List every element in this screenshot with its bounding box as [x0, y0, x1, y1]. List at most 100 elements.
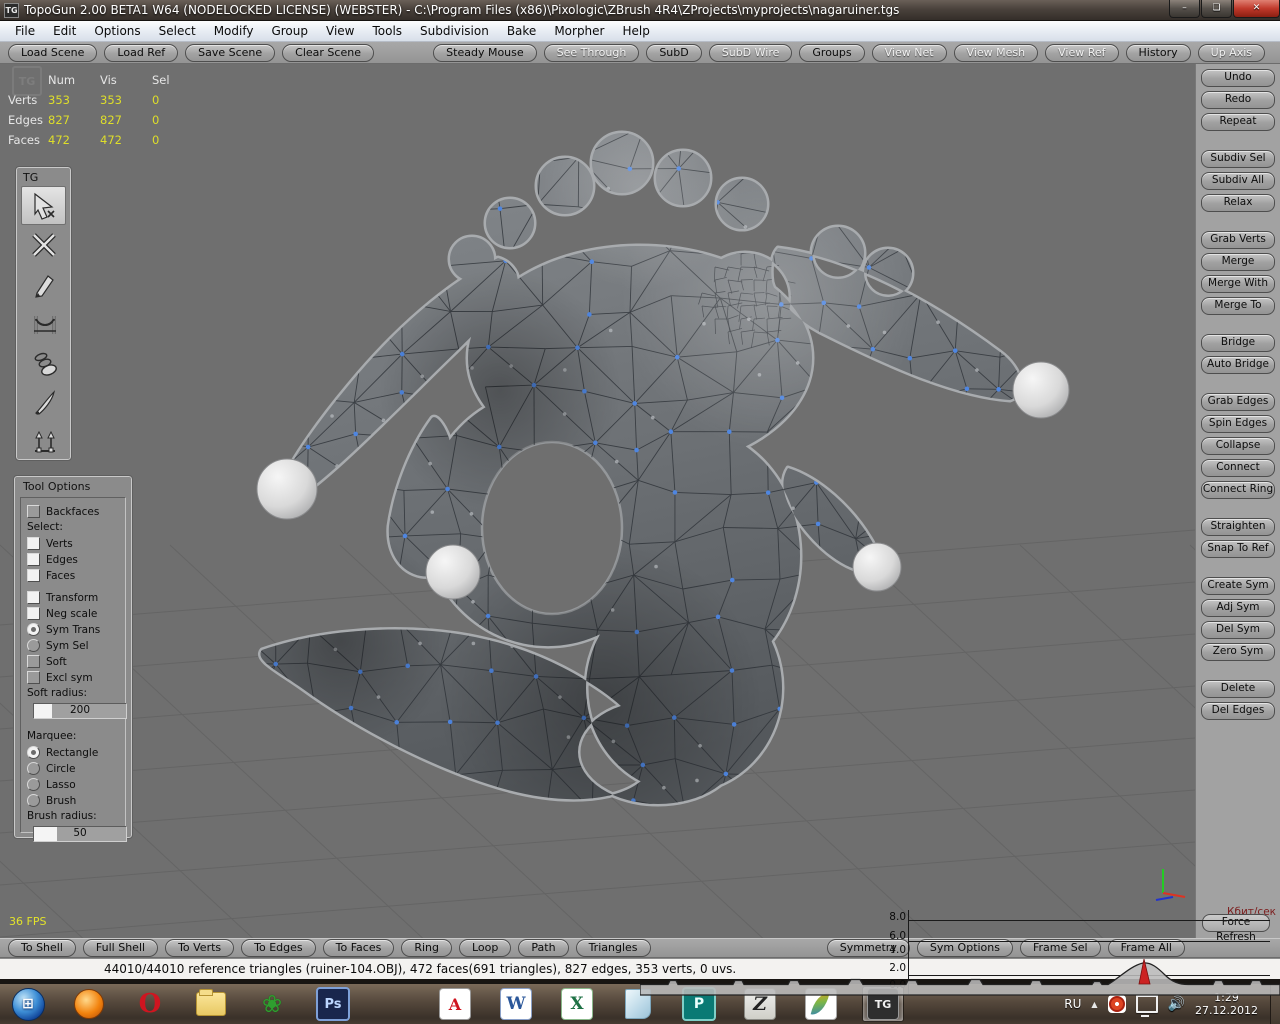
- rp-btn-create-sym[interactable]: Create Sym: [1201, 577, 1275, 595]
- menu-item-help[interactable]: Help: [613, 22, 658, 40]
- toggle-groups[interactable]: Groups: [799, 43, 865, 62]
- rp-btn-straighten[interactable]: Straighten: [1201, 518, 1275, 536]
- rp-btn-relax[interactable]: Relax: [1201, 194, 1275, 212]
- language-indicator[interactable]: RU: [1064, 997, 1081, 1011]
- taskbar-icon-flower[interactable]: ❀: [252, 987, 292, 1021]
- rp-btn-subdiv-all[interactable]: Subdiv All: [1201, 172, 1275, 190]
- taskbar-icon-opera[interactable]: O: [130, 987, 170, 1021]
- rp-btn-redo[interactable]: Redo: [1201, 91, 1275, 109]
- radio-sym-sel[interactable]: [27, 639, 40, 652]
- btn-load-ref[interactable]: Load Ref: [104, 43, 179, 62]
- option-brush[interactable]: Brush: [27, 793, 125, 808]
- rp-btn-grab-verts[interactable]: Grab Verts: [1201, 231, 1275, 249]
- tray-expand-icon[interactable]: ▲: [1091, 1000, 1097, 1009]
- extrude-tool[interactable]: [21, 420, 66, 459]
- volume-icon[interactable]: 🔊: [1168, 996, 1185, 1012]
- radio-circle[interactable]: [27, 762, 40, 775]
- rp-btn-delete[interactable]: Delete: [1201, 680, 1275, 698]
- toggle-subd-wire[interactable]: SubD Wire: [708, 43, 793, 62]
- close-button[interactable]: ✕: [1233, 0, 1280, 18]
- radio-lasso[interactable]: [27, 778, 40, 791]
- btn-clear-scene[interactable]: Clear Scene: [282, 43, 374, 62]
- rp-btn-adj-sym[interactable]: Adj Sym: [1201, 599, 1275, 617]
- taskbar-icon-photoshop[interactable]: Ps: [313, 987, 353, 1021]
- toggle-history[interactable]: History: [1125, 43, 1191, 62]
- rp-btn-del-edges[interactable]: Del Edges: [1201, 702, 1275, 720]
- slider-50[interactable]: 50: [33, 826, 127, 842]
- select-move-tool[interactable]: [21, 186, 66, 225]
- menu-item-view[interactable]: View: [317, 22, 363, 40]
- taskbar-icon-topogun[interactable]: TG: [862, 986, 904, 1022]
- checkbox-backfaces[interactable]: [27, 505, 40, 518]
- bb-btn-to-shell[interactable]: To Shell: [8, 939, 76, 957]
- toggle-view-mesh[interactable]: View Mesh: [953, 43, 1039, 62]
- option-verts[interactable]: Verts: [27, 536, 125, 551]
- rp-btn-auto-bridge[interactable]: Auto Bridge: [1201, 356, 1275, 374]
- maximize-button[interactable]: ❏: [1201, 0, 1232, 18]
- bb-btn-sym-options[interactable]: Sym Options: [916, 939, 1013, 957]
- menu-item-group[interactable]: Group: [262, 22, 317, 40]
- rp-btn-collapse[interactable]: Collapse: [1201, 437, 1275, 455]
- option-soft[interactable]: Soft: [27, 654, 125, 669]
- option-neg-scale[interactable]: Neg scale: [27, 606, 125, 621]
- taskbar-icon-start[interactable]: ⊞: [8, 987, 48, 1021]
- option-circle[interactable]: Circle: [27, 761, 125, 776]
- rp-btn-connect[interactable]: Connect: [1201, 459, 1275, 477]
- toggle-steady-mouse[interactable]: Steady Mouse: [433, 43, 537, 62]
- bb-btn-frame-all[interactable]: Frame All: [1107, 939, 1185, 957]
- bridge-tool[interactable]: [21, 303, 66, 342]
- slider-200[interactable]: 200: [33, 703, 127, 719]
- rp-btn-merge[interactable]: Merge: [1201, 253, 1275, 271]
- create-pencil-tool[interactable]: [21, 264, 66, 303]
- option-sym-sel[interactable]: Sym Sel: [27, 638, 125, 653]
- rp-btn-zero-sym[interactable]: Zero Sym: [1201, 643, 1275, 661]
- bb-btn-frame-sel[interactable]: Frame Sel: [1020, 939, 1101, 957]
- option-transform[interactable]: Transform: [27, 590, 125, 605]
- toggle-view-net[interactable]: View Net: [871, 43, 947, 62]
- tubes-tool[interactable]: [21, 342, 66, 381]
- bb-btn-triangles[interactable]: Triangles: [575, 939, 651, 957]
- option-lasso[interactable]: Lasso: [27, 777, 125, 792]
- taskbar-icon-acrobat[interactable]: A: [435, 987, 475, 1021]
- bb-btn-symmetry[interactable]: Symmetry: [826, 939, 910, 957]
- bb-btn-full-shell[interactable]: Full Shell: [82, 939, 159, 957]
- menu-item-edit[interactable]: Edit: [44, 22, 85, 40]
- brush-tool[interactable]: [21, 381, 66, 420]
- rp-btn-connect-ring[interactable]: Connect Ring: [1201, 481, 1275, 499]
- rp-btn-subdiv-sel[interactable]: Subdiv Sel: [1201, 150, 1275, 168]
- menu-item-file[interactable]: File: [6, 22, 44, 40]
- taskbar-icon-explorer[interactable]: [191, 987, 231, 1021]
- checkbox-excl-sym[interactable]: [27, 671, 40, 684]
- btn-load-scene[interactable]: Load Scene: [8, 43, 98, 62]
- option-faces[interactable]: Faces: [27, 568, 125, 583]
- checkbox-faces[interactable]: [27, 569, 40, 582]
- gadget-tray-icon[interactable]: [1107, 995, 1126, 1013]
- menu-item-options[interactable]: Options: [85, 22, 149, 40]
- menu-item-subdivision[interactable]: Subdivision: [411, 22, 498, 40]
- taskbar-icon-firefox[interactable]: [69, 987, 109, 1021]
- taskbar-icon-notepad[interactable]: [618, 987, 658, 1021]
- toggle-see-through[interactable]: See Through: [543, 43, 640, 62]
- mesh-scene[interactable]: [0, 64, 1195, 938]
- toggle-up-axis[interactable]: Up Axis: [1197, 43, 1265, 62]
- checkbox-edges[interactable]: [27, 553, 40, 566]
- menu-item-morpher[interactable]: Morpher: [545, 22, 613, 40]
- radio-rectangle[interactable]: [27, 746, 40, 759]
- checkbox-neg-scale[interactable]: [27, 607, 40, 620]
- bb-btn-to-faces[interactable]: To Faces: [322, 939, 395, 957]
- checkbox-soft[interactable]: [27, 655, 40, 668]
- rp-btn-merge-to[interactable]: Merge To: [1201, 297, 1275, 315]
- bb-btn-to-edges[interactable]: To Edges: [241, 939, 316, 957]
- bb-btn-to-verts[interactable]: To Verts: [165, 939, 235, 957]
- btn-save-scene[interactable]: Save Scene: [185, 43, 276, 62]
- menu-item-modify[interactable]: Modify: [205, 22, 263, 40]
- taskbar-icon-word[interactable]: W: [496, 987, 536, 1021]
- taskbar-icon-sticky-notes[interactable]: [374, 987, 414, 1021]
- rp-btn-spin-edges[interactable]: Spin Edges: [1201, 415, 1275, 433]
- toggle-subd[interactable]: SubD: [646, 43, 702, 62]
- rp-btn-grab-edges[interactable]: Grab Edges: [1201, 393, 1275, 411]
- taskbar-icon-zbrush[interactable]: Z: [740, 987, 780, 1021]
- minimize-button[interactable]: –: [1169, 0, 1200, 18]
- force-refresh-button[interactable]: Force Refresh: [1202, 914, 1270, 943]
- option-edges[interactable]: Edges: [27, 552, 125, 567]
